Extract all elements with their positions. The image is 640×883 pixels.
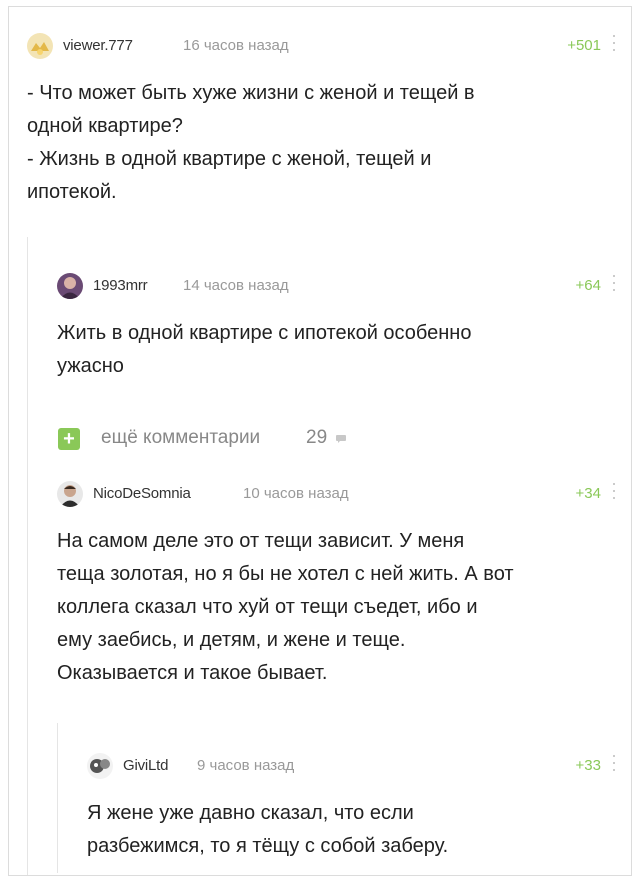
comment-text: Я жене уже давно сказал, что если разбеж… [87, 802, 449, 857]
comment: viewer.777 16 часов назад +501 - Что мож… [27, 33, 623, 203]
comment-rating: +501 [567, 37, 601, 54]
avatar[interactable] [87, 753, 113, 779]
comment-thread: viewer.777 16 часов назад +501 - Что мож… [8, 6, 632, 876]
comment-text: Жить в одной квартире с ипотекой особенн… [57, 322, 472, 377]
comment-time: 9 часов назад [197, 757, 295, 774]
comment-rating: +33 [575, 757, 601, 774]
comment-author[interactable]: 1993mrr [93, 277, 148, 294]
thread-line[interactable] [27, 237, 28, 875]
more-comments-link[interactable]: ещё комментарии [101, 427, 260, 449]
comment-bubble-icon [336, 435, 346, 443]
more-dots-icon[interactable] [611, 35, 617, 51]
thread-line[interactable] [57, 723, 58, 873]
comment-text: На самом деле это от тещи зависит. У мен… [57, 530, 514, 684]
comment-header: NicoDeSomnia 10 часов назад +34 [57, 481, 623, 509]
comment-header: 1993mrr 14 часов назад +64 [57, 273, 623, 301]
avatar[interactable] [57, 481, 83, 507]
comment: NicoDeSomnia 10 часов назад +34 На самом… [57, 481, 623, 684]
more-dots-icon[interactable] [611, 483, 617, 499]
comment: 1993mrr 14 часов назад +64 Жить в одной … [57, 273, 623, 377]
comment-header: viewer.777 16 часов назад +501 [27, 33, 623, 61]
comment: GiviLtd 9 часов назад +33 Я жене уже дав… [87, 753, 623, 857]
comment-author[interactable]: NicoDeSomnia [93, 485, 191, 502]
comment-rating: +34 [575, 485, 601, 502]
more-dots-icon[interactable] [611, 275, 617, 291]
more-comments-count[interactable]: 29 [306, 427, 327, 449]
avatar[interactable] [57, 273, 83, 299]
comment-time: 14 часов назад [183, 277, 289, 294]
more-dots-icon[interactable] [611, 755, 617, 771]
comment-time: 10 часов назад [243, 485, 349, 502]
expand-plus-icon[interactable]: + [58, 428, 80, 450]
comment-text: - Что может быть хуже жизни с женой и те… [27, 82, 475, 203]
comment-author[interactable]: viewer.777 [63, 37, 133, 54]
comment-time: 16 часов назад [183, 37, 289, 54]
comment-rating: +64 [575, 277, 601, 294]
comment-author[interactable]: GiviLtd [123, 757, 168, 774]
comment-header: GiviLtd 9 часов назад +33 [87, 753, 623, 781]
avatar[interactable] [27, 33, 53, 59]
